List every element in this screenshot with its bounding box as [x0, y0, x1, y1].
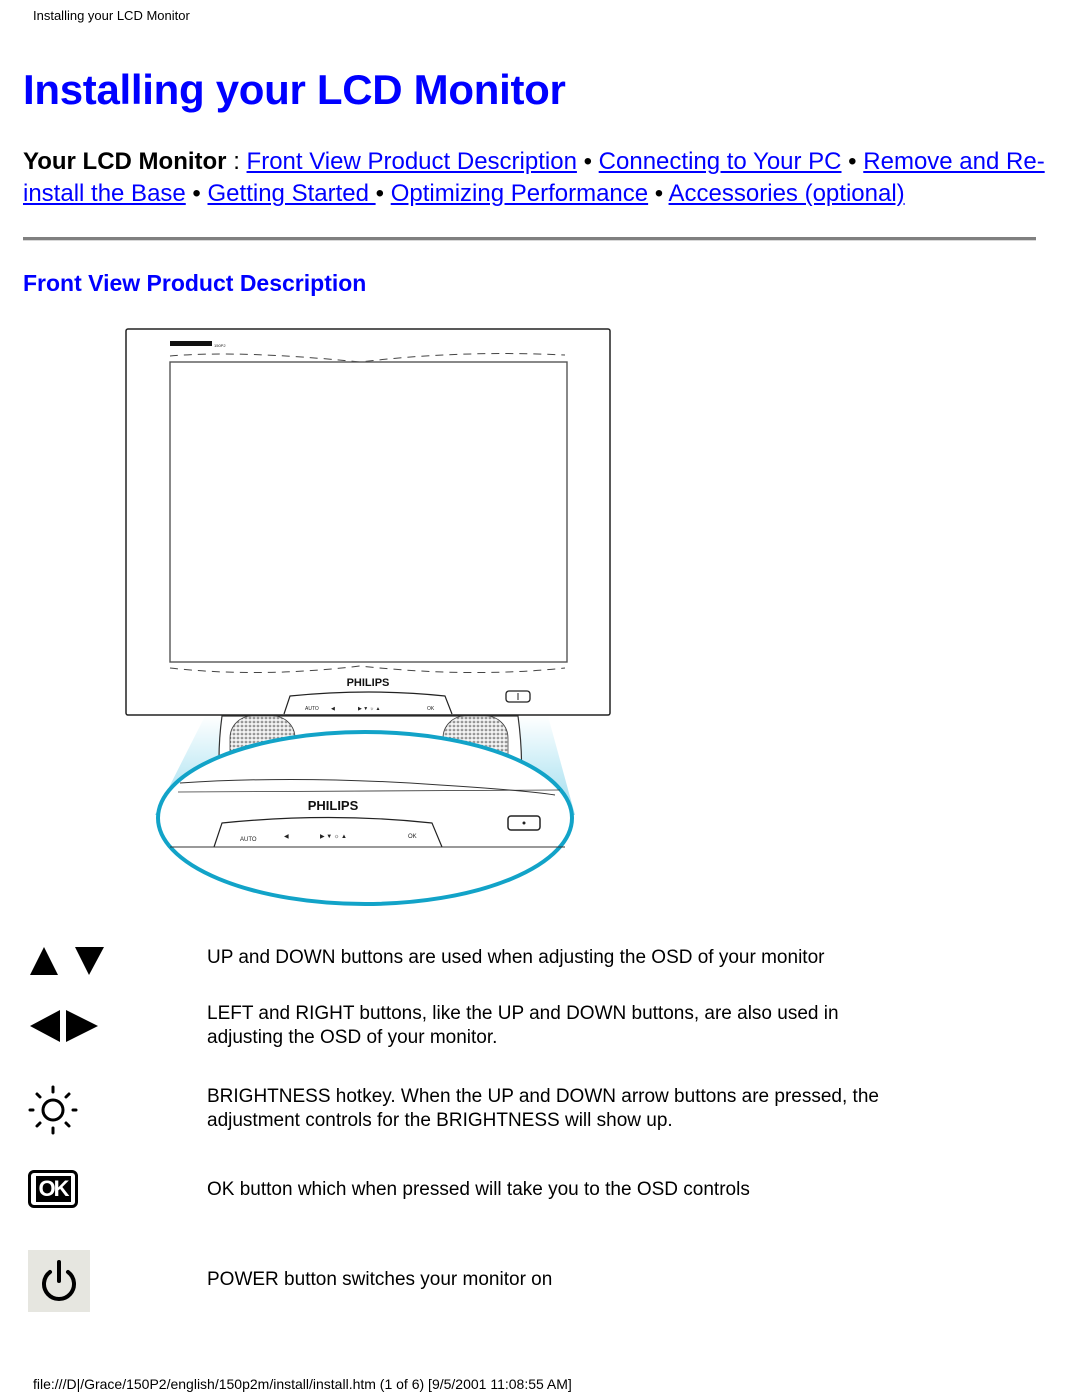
nav-lead: Your LCD Monitor — [23, 148, 227, 175]
control-description-ok: OK button which when pressed will take y… — [207, 1179, 750, 1200]
nav-link-optimizing[interactable]: Optimizing Performance — [391, 180, 648, 207]
monitor-screen — [169, 361, 568, 663]
svg-text:OK: OK — [408, 834, 417, 840]
brand-label-magnified: PHILIPS — [308, 798, 359, 813]
model-badge — [170, 341, 212, 346]
control-description-up-down: UP and DOWN buttons are used when adjust… — [207, 947, 825, 968]
nav-lead-separator: : — [226, 148, 247, 175]
brand-label: PHILIPS — [347, 677, 390, 689]
svg-text:AUTO: AUTO — [305, 706, 319, 712]
page-footer-url: file:///D|/Grace/150P2/english/150p2m/in… — [33, 1376, 572, 1392]
svg-text:◀: ◀ — [284, 834, 289, 840]
ok-icon: OK — [28, 1170, 78, 1208]
svg-text:150P2: 150P2 — [214, 343, 226, 348]
nav-link-front-view[interactable]: Front View Product Description — [247, 148, 577, 175]
nav-separator: • — [841, 148, 864, 175]
nav-separator: • — [648, 180, 669, 207]
nav-link-connecting[interactable]: Connecting to Your PC — [599, 148, 842, 175]
svg-text:OK: OK — [427, 706, 435, 712]
svg-text:▶ ▼ ☼ ▲: ▶ ▼ ☼ ▲ — [320, 834, 347, 840]
nav-separator: • — [185, 180, 208, 207]
running-header: Installing your LCD Monitor — [33, 8, 190, 23]
nav-separator: • — [375, 180, 391, 207]
up-down-arrows-icon — [30, 947, 104, 975]
svg-text:◀: ◀ — [331, 706, 335, 712]
control-description-brightness: BRIGHTNESS hotkey. When the UP and DOWN … — [207, 1086, 879, 1131]
svg-text:AUTO: AUTO — [240, 837, 257, 843]
monitor-front-view-illustration: 150P2 PHILIPS AUTO ◀ ▶ ▼ ☼ ▲ OK PHILIPS … — [125, 328, 611, 906]
nav-link-getting-started[interactable]: Getting Started — [208, 180, 376, 207]
left-right-arrows-icon — [30, 1010, 98, 1042]
control-description-power: POWER button switches your monitor on — [207, 1269, 553, 1290]
nav-separator: • — [576, 148, 599, 175]
horizontal-divider — [23, 237, 1036, 241]
brightness-icon — [28, 1085, 78, 1135]
page-title: Installing your LCD Monitor — [23, 66, 566, 113]
section-nav: Your LCD Monitor : Front View Product De… — [23, 146, 1053, 210]
control-description-left-right: LEFT and RIGHT buttons, like the UP and … — [207, 1003, 839, 1048]
power-icon — [28, 1250, 90, 1312]
ok-icon-label: OK — [35, 1176, 71, 1202]
section-title: Front View Product Description — [23, 270, 367, 296]
svg-text:▶ ▼ ☼ ▲: ▶ ▼ ☼ ▲ — [358, 706, 381, 712]
nav-link-accessories[interactable]: Accessories (optional) — [669, 180, 905, 207]
